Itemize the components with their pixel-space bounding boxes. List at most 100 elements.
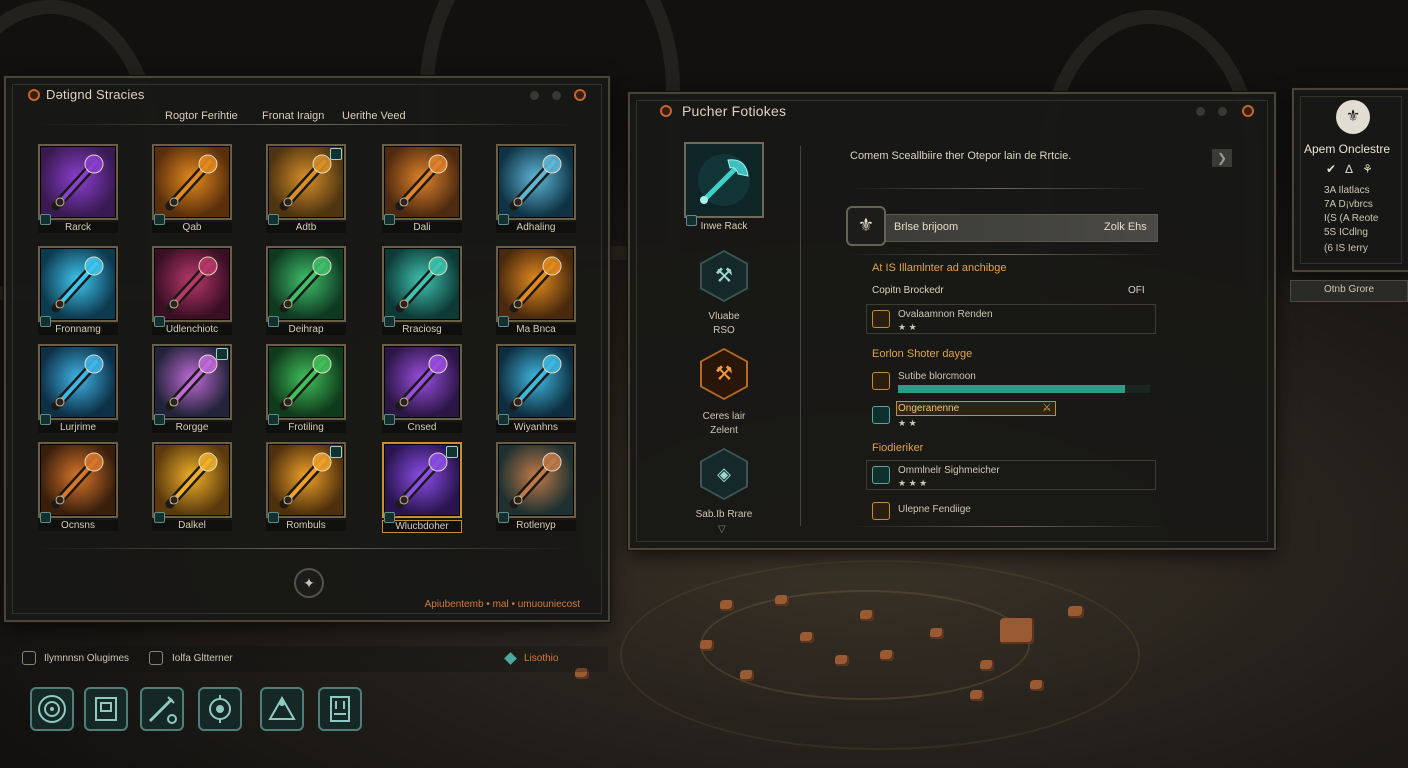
- coin-icon: [872, 502, 890, 520]
- phone-icon: [872, 466, 890, 484]
- next-button[interactable]: ❯: [1212, 149, 1232, 167]
- inventory-slot[interactable]: Rombuls: [266, 442, 346, 534]
- crossbow-icon: [698, 154, 750, 206]
- panel-status-icon: [660, 105, 672, 117]
- search-icon: [872, 406, 890, 424]
- inventory-slot[interactable]: Udlenchiotc: [152, 246, 232, 338]
- option-label: Sab.Ib Rrare: [695, 509, 753, 520]
- inventory-slot[interactable]: Qab: [152, 144, 232, 236]
- window-minimize-icon[interactable]: [1196, 107, 1205, 116]
- inventory-slot[interactable]: Dalkel: [152, 442, 232, 534]
- inventory-slot[interactable]: Cnsed: [382, 344, 462, 436]
- coin-icon: [872, 310, 890, 328]
- floor-stone: [980, 660, 994, 671]
- divider: [850, 526, 1170, 527]
- character-stat: 5S ICdlng: [1324, 227, 1368, 238]
- close-icon[interactable]: [574, 89, 586, 101]
- inventory-slot[interactable]: Dali: [382, 144, 462, 236]
- inventory-slot[interactable]: Frotiling: [266, 344, 346, 436]
- selected-item-label: Inwe Rack: [700, 221, 748, 232]
- rarity-badge-icon: [384, 214, 395, 225]
- close-icon[interactable]: [1242, 105, 1254, 117]
- keybind-icon: [149, 651, 163, 665]
- rarity-badge-icon: [384, 316, 395, 327]
- rarity-badge-icon: [154, 512, 165, 523]
- camp-icon[interactable]: [260, 687, 304, 731]
- window-maximize-icon[interactable]: [552, 91, 561, 100]
- inventory-slot[interactable]: Wiyanhns: [496, 344, 576, 436]
- window-maximize-icon[interactable]: [1218, 107, 1227, 116]
- panel-footer-text: Apiubentemb • mal • umuouniecost: [424, 599, 580, 610]
- armor-icon: [509, 256, 562, 313]
- inventory-slot-art: [38, 442, 118, 518]
- floor-stone: [720, 600, 734, 611]
- inventory-slot[interactable]: Deihrap: [266, 246, 346, 338]
- rarity-badge-icon: [40, 512, 51, 523]
- inventory-slot[interactable]: Rarck: [38, 144, 118, 236]
- rarity-badge-icon: [40, 316, 51, 327]
- map-icon[interactable]: [318, 687, 362, 731]
- inventory-icon[interactable]: [84, 687, 128, 731]
- rarity-badge-icon: [384, 414, 395, 425]
- tab-uerithe[interactable]: Uerithe Veed: [342, 110, 406, 122]
- ice-spear-icon: [509, 354, 562, 411]
- rod-icon: [395, 354, 448, 411]
- rarity-badge-icon: [154, 414, 165, 425]
- floor-stone: [1000, 618, 1034, 644]
- inventory-slot[interactable]: Fronnamg: [38, 246, 118, 338]
- inventory-slot-art: [38, 246, 118, 322]
- inventory-slot-art: [496, 344, 576, 420]
- heavy-gauntlet-icon: [509, 452, 562, 509]
- skill-tree-icon[interactable]: [198, 687, 242, 731]
- inventory-slot-art: [152, 144, 232, 220]
- selected-item-slot[interactable]: [684, 142, 764, 218]
- target-icon[interactable]: [30, 687, 74, 731]
- scroll-down-icon[interactable]: ▽: [718, 524, 726, 535]
- rarity-badge-icon: [498, 316, 509, 327]
- item-header-emblem: ⚜: [846, 206, 886, 246]
- inventory-slot[interactable]: Rorgge: [152, 344, 232, 436]
- tab-fronat[interactable]: Fronat Iraign: [262, 110, 324, 122]
- vertical-divider: [800, 146, 801, 526]
- inventory-slot-art: [496, 246, 576, 322]
- rarity-badge-icon: [154, 214, 165, 225]
- expand-button[interactable]: ✦: [294, 568, 324, 598]
- stat-stars: ★ ★: [898, 418, 917, 428]
- rarity-badge-icon: [498, 214, 509, 225]
- shield-icon: [872, 372, 890, 390]
- inventory-slot-art: [382, 344, 462, 420]
- tab-rogtor[interactable]: Rogtor Ferihtie: [165, 110, 238, 122]
- inventory-slot[interactable]: Ocnsns: [38, 442, 118, 534]
- sword-icon: ⚔: [1042, 402, 1052, 414]
- stat-bar-track: [898, 385, 1150, 393]
- equipped-badge-icon: [216, 348, 228, 360]
- rarity-badge-icon: [268, 512, 279, 523]
- inventory-slot[interactable]: Rotlenyp: [496, 442, 576, 534]
- divider: [36, 124, 576, 125]
- floor-stone: [700, 640, 714, 651]
- hint-text: Ilymnnsn Olugimes: [44, 653, 130, 664]
- equipped-badge-icon: [330, 148, 342, 160]
- inventory-slot[interactable]: Rraciosg: [382, 246, 462, 338]
- character-stat: I(S (A Reote: [1324, 213, 1379, 224]
- floor-stone: [800, 632, 814, 643]
- inventory-slot[interactable]: Wlucbdoher: [382, 442, 462, 534]
- weapon-craft-icon[interactable]: [140, 687, 184, 731]
- inventory-slot[interactable]: Lurjrime: [38, 344, 118, 436]
- hint-text: Lisothio: [524, 653, 559, 664]
- character-stat: 7A D¡vbrcs: [1324, 199, 1373, 210]
- section-title: Eorlon Shoter dayge: [872, 348, 973, 360]
- stat-stars: ★ ★: [898, 322, 917, 332]
- panel-title: Dətignd Stracies: [46, 87, 145, 102]
- rarity-badge-icon: [498, 414, 509, 425]
- mace-icon: [165, 154, 218, 211]
- stat-name: Ovalaamnon Renden: [898, 309, 993, 320]
- inventory-slot-art: [266, 344, 346, 420]
- inventory-slot[interactable]: Adhaling: [496, 144, 576, 236]
- stat-name: Ommlnelr Sighmeicher: [898, 465, 1000, 476]
- section-title: At IS Illamlnter ad anchibge: [872, 262, 1007, 274]
- inventory-slot[interactable]: Adtb: [266, 144, 346, 236]
- inventory-slot-art: [152, 442, 232, 518]
- inventory-slot[interactable]: Ma Bnca: [496, 246, 576, 338]
- window-minimize-icon[interactable]: [530, 91, 539, 100]
